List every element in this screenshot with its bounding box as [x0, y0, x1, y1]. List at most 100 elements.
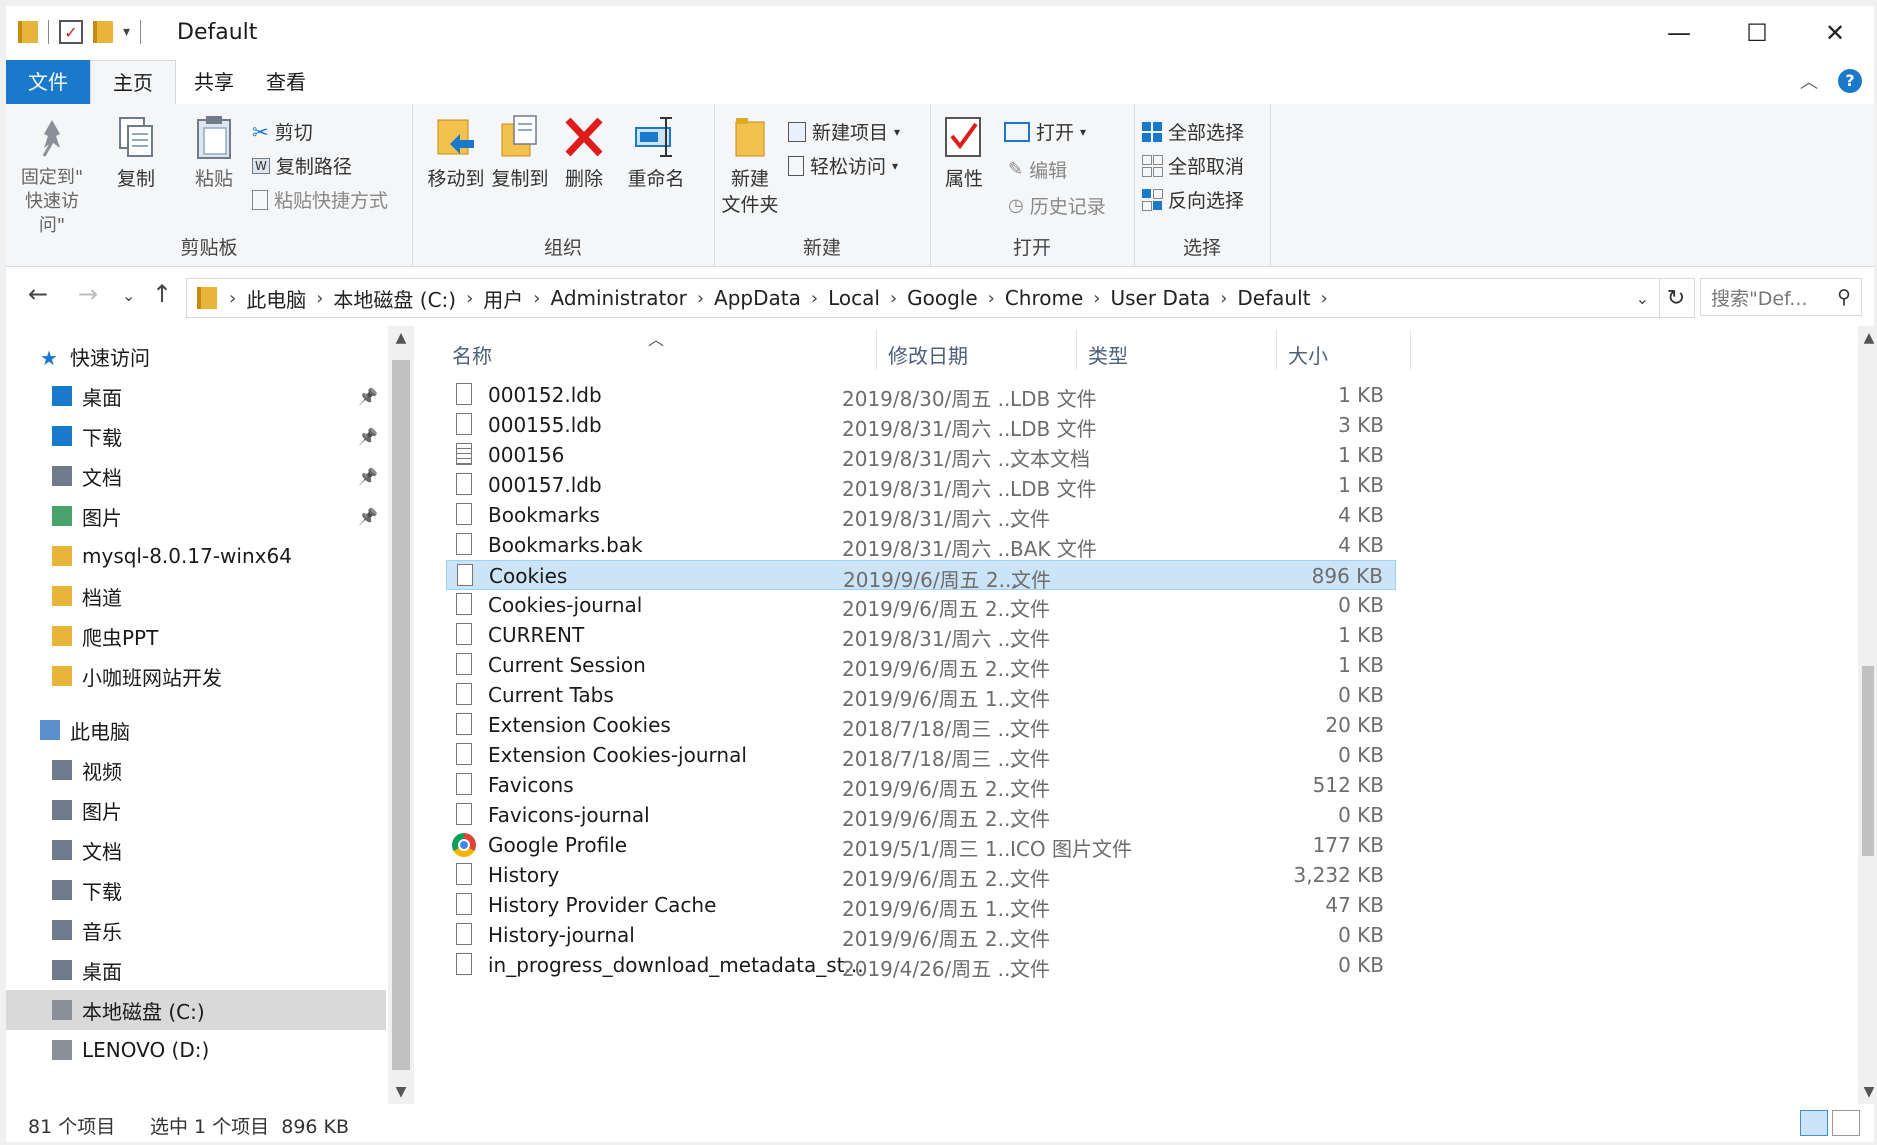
scroll-up-icon[interactable]: ▲ — [1858, 330, 1874, 346]
nav-scroll-up-icon[interactable]: ▲ — [388, 330, 414, 346]
edit-button[interactable]: ✎ 编辑 — [1008, 156, 1067, 183]
nav-scrollbar[interactable]: ▲ ▼ — [388, 326, 414, 1104]
recent-locations-button[interactable]: ⌄ — [122, 286, 135, 305]
nav-pc-item[interactable]: 图片 — [6, 790, 386, 830]
refresh-button[interactable]: ↻ — [1658, 278, 1695, 318]
delete-button[interactable]: 删除 — [562, 114, 606, 192]
file-row[interactable]: Current Session 2019/9/6/周五 2... 文件 1 KB — [446, 650, 1396, 681]
nav-quick-item[interactable]: 爬虫PPT — [6, 616, 386, 656]
breadcrumb-separator[interactable]: › — [1216, 288, 1231, 309]
nav-quick-item[interactable]: 小咖班网站开发 — [6, 656, 386, 696]
file-row[interactable]: 000156 2019/8/31/周六 ... 文本文档 1 KB — [446, 440, 1396, 471]
file-row[interactable]: CURRENT 2019/8/31/周六 ... 文件 1 KB — [446, 620, 1396, 651]
nav-quick-access[interactable]: ★ 快速访问 — [6, 336, 386, 376]
help-icon[interactable]: ? — [1838, 69, 1862, 93]
file-row[interactable]: Bookmarks 2019/8/31/周六 ... 文件 4 KB — [446, 500, 1396, 531]
new-folder-button[interactable]: 新建 文件夹 — [720, 114, 780, 218]
breadcrumb-separator[interactable]: › — [1316, 288, 1331, 309]
column-divider[interactable] — [876, 330, 877, 370]
properties-button[interactable]: 属性 — [940, 114, 988, 192]
search-box[interactable]: 搜索"Def... ⚲ — [1700, 278, 1862, 316]
breadcrumb-separator[interactable]: › — [312, 288, 327, 309]
pin-to-quick-access-button[interactable]: 固定到" 快速访问" — [12, 114, 92, 238]
large-icons-view-button[interactable] — [1832, 1110, 1860, 1136]
breadcrumb-separator[interactable]: › — [886, 288, 901, 309]
cut-button[interactable]: ✂ 剪切 — [252, 118, 313, 145]
column-date[interactable]: 修改日期 — [888, 340, 968, 369]
breadcrumb-separator[interactable]: › — [1089, 288, 1104, 309]
file-list-scrollbar[interactable]: ▲ ▼ — [1858, 326, 1874, 1104]
column-divider[interactable] — [1076, 330, 1077, 370]
breadcrumb-item[interactable]: Local — [822, 286, 886, 310]
column-type[interactable]: 类型 — [1088, 340, 1128, 369]
breadcrumb-separator[interactable]: › — [984, 288, 999, 309]
pin-icon[interactable]: 📌 — [358, 507, 378, 526]
breadcrumb-item[interactable]: Default — [1231, 286, 1316, 310]
nav-pc-item[interactable]: 视频 — [6, 750, 386, 790]
file-row[interactable]: in_progress_download_metadata_st... 2019/… — [446, 950, 1396, 981]
new-item-button[interactable]: 新建项目 ▾ — [788, 118, 900, 145]
pin-icon[interactable]: 📌 — [358, 427, 378, 446]
copy-to-button[interactable]: 复制到 — [490, 114, 550, 192]
nav-quick-item[interactable]: 档道 — [6, 576, 386, 616]
maximize-button[interactable]: ☐ — [1718, 6, 1796, 60]
tab-home[interactable]: 主页 — [90, 60, 176, 106]
file-row[interactable]: Favicons-journal 2019/9/6/周五 2... 文件 0 KB — [446, 800, 1396, 831]
copy-path-button[interactable]: W 复制路径 — [252, 152, 352, 179]
paste-shortcut-button[interactable]: 粘贴快捷方式 — [252, 186, 388, 213]
file-row[interactable]: Current Tabs 2019/9/6/周五 1... 文件 0 KB — [446, 680, 1396, 711]
properties-qat-icon[interactable]: ✓ — [59, 20, 83, 44]
nav-pc-item[interactable]: 文档 — [6, 830, 386, 870]
nav-scroll-down-icon[interactable]: ▼ — [388, 1084, 414, 1100]
file-row[interactable]: Google Profile 2019/5/1/周三 1... ICO 图片文件 17… — [446, 830, 1396, 861]
scrollbar-thumb[interactable] — [1862, 666, 1874, 856]
history-button[interactable]: ◷ 历史记录 — [1008, 192, 1106, 219]
breadcrumb-item[interactable]: Google — [901, 286, 984, 310]
pin-icon[interactable]: 📌 — [358, 467, 378, 486]
move-to-button[interactable]: 移动到 — [426, 114, 486, 192]
file-row[interactable]: History Provider Cache 2019/9/6/周五 1... 文件… — [446, 890, 1396, 921]
tab-file[interactable]: 文件 — [6, 60, 90, 104]
nav-quick-item[interactable]: 下载 📌 — [6, 416, 386, 456]
file-row[interactable]: Cookies-journal 2019/9/6/周五 2... 文件 0 KB — [446, 590, 1396, 621]
back-button[interactable]: ← — [28, 280, 48, 308]
breadcrumb-item[interactable]: 此电脑 — [240, 284, 312, 313]
nav-pc-item[interactable]: LENOVO (D:) — [6, 1030, 386, 1070]
column-name[interactable]: 名称 — [452, 340, 492, 369]
invert-selection-button[interactable]: 反向选择 — [1142, 186, 1244, 213]
breadcrumb-separator[interactable]: › — [529, 288, 544, 309]
breadcrumb-separator[interactable]: › — [225, 288, 240, 309]
nav-pc-item[interactable]: 下载 — [6, 870, 386, 910]
select-none-button[interactable]: 全部取消 — [1142, 152, 1244, 179]
select-all-button[interactable]: 全部选择 — [1142, 118, 1244, 145]
tab-view[interactable]: 查看 — [244, 60, 328, 104]
search-input[interactable]: 搜索"Def... — [1711, 284, 1808, 311]
nav-this-pc[interactable]: 此电脑 — [6, 710, 386, 750]
file-row[interactable]: Extension Cookies-journal 2018/7/18/周三 ..… — [446, 740, 1396, 771]
collapse-ribbon-icon[interactable]: ︿ — [1800, 68, 1818, 94]
new-folder-qat-icon[interactable] — [93, 21, 113, 43]
file-row[interactable]: 000152.ldb 2019/8/30/周五 ... LDB 文件 1 KB — [446, 380, 1396, 411]
address-bar[interactable]: › 此电脑 › 本地磁盘 (C:) › 用户 › Administrator › AppData… — [186, 278, 1660, 318]
breadcrumb-separator[interactable]: › — [693, 288, 708, 309]
breadcrumb-item[interactable]: AppData — [708, 286, 807, 310]
scroll-down-icon[interactable]: ▼ — [1858, 1084, 1874, 1100]
open-button[interactable]: 打开 ▾ — [1004, 118, 1086, 145]
breadcrumb-item[interactable]: User Data — [1105, 286, 1217, 310]
file-row[interactable]: Favicons 2019/9/6/周五 2... 文件 512 KB — [446, 770, 1396, 801]
breadcrumb-separator[interactable]: › — [462, 288, 477, 309]
pin-icon[interactable]: 📌 — [358, 387, 378, 406]
file-row[interactable]: Extension Cookies 2018/7/18/周三 ... 文件 20 KB — [446, 710, 1396, 741]
breadcrumb-item[interactable]: Administrator — [544, 286, 692, 310]
paste-button[interactable]: 粘贴 — [188, 114, 240, 192]
address-history-icon[interactable]: ⌄ — [1636, 289, 1649, 308]
file-row[interactable]: Bookmarks.bak 2019/8/31/周六 ... BAK 文件 4 KB — [446, 530, 1396, 561]
breadcrumb-item[interactable]: Chrome — [999, 286, 1089, 310]
minimize-button[interactable]: — — [1640, 6, 1718, 60]
breadcrumb-separator[interactable]: › — [807, 288, 822, 309]
file-row[interactable]: 000157.ldb 2019/8/31/周六 ... LDB 文件 1 KB — [446, 470, 1396, 501]
file-row[interactable]: Cookies 2019/9/6/周五 2... 文件 896 KB — [446, 560, 1396, 592]
nav-pc-item[interactable]: 桌面 — [6, 950, 386, 990]
forward-button[interactable]: → — [78, 280, 98, 308]
nav-quick-item[interactable]: 文档 📌 — [6, 456, 386, 496]
